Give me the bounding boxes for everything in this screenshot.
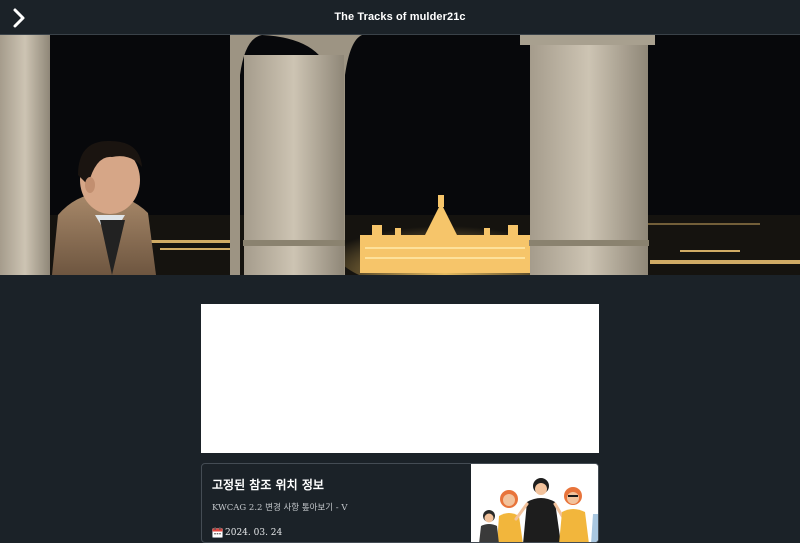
post-thumbnail[interactable] (471, 464, 598, 542)
site-title[interactable]: The Tracks of mulder21c (0, 11, 800, 23)
site-header: The Tracks of mulder21c (0, 0, 800, 35)
post-text: 고정된 참조 위치 정보 KWCAG 2.2 변경 사항 톺아보기 - V 20… (212, 476, 462, 538)
post-title[interactable]: 고정된 참조 위치 정보 (212, 476, 462, 493)
hero-image (0, 35, 800, 275)
post-excerpt: KWCAG 2.2 변경 사항 톺아보기 - V (212, 503, 348, 513)
ad-slot[interactable] (201, 304, 599, 453)
post-card[interactable]: 고정된 참조 위치 정보 KWCAG 2.2 변경 사항 톺아보기 - V 20… (201, 463, 599, 543)
